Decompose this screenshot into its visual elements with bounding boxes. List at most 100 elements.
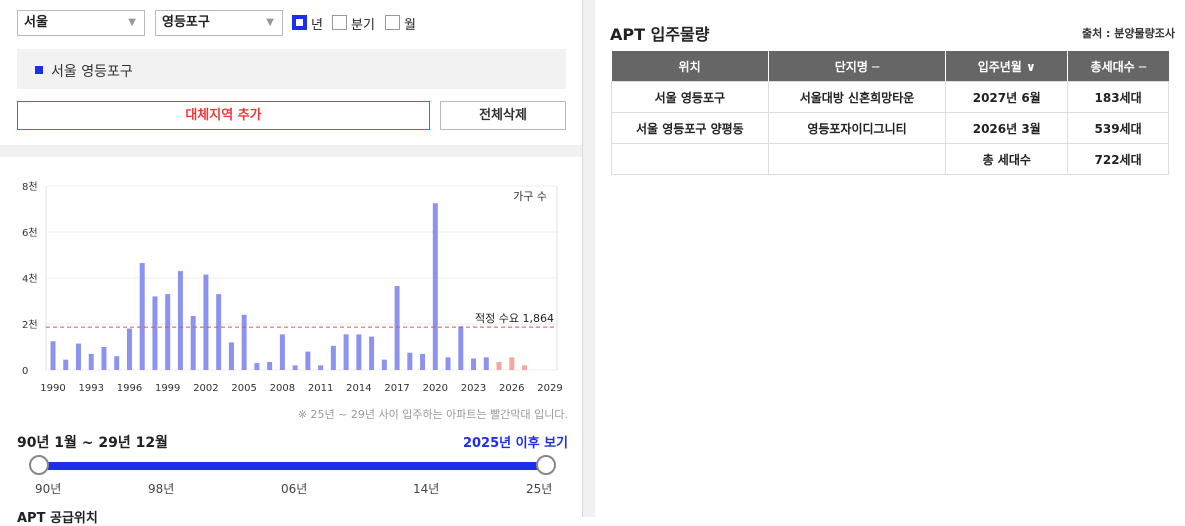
city-select[interactable]: 서울 ▼ [17, 10, 145, 36]
bar [292, 365, 298, 370]
range-slider-start-handle[interactable] [29, 455, 49, 475]
district-select-value: 영등포구 [162, 15, 210, 30]
cell-total-units: 722세대 [1067, 143, 1169, 175]
table-row: 서울 영등포구 서울대방 신혼희망타운 2027년 6월 183세대 [611, 81, 1169, 113]
bar [496, 361, 502, 370]
right-panel: APT 입주물량 출처 : 분양물량조사 위치 단지명 ─ 입주년월 ∨ 총세대… [595, 0, 1185, 517]
bar [216, 294, 222, 370]
bar [88, 353, 94, 370]
bar [267, 361, 273, 370]
cell-total-label: 총 세대수 [945, 143, 1069, 175]
district-select[interactable]: 영등포구 ▼ [155, 10, 283, 36]
legend-square-icon [35, 66, 43, 74]
cell-units: 539세대 [1067, 112, 1169, 144]
table-row: 서울 영등포구 양평동 영등포자이디그니티 2026년 3월 539세대 [611, 112, 1169, 144]
cell-location [611, 143, 769, 175]
bar [318, 365, 324, 370]
bar [356, 334, 362, 370]
bar [228, 342, 234, 370]
selected-region-box: 서울 영등포구 [17, 49, 566, 89]
supply-title: APT 입주물량 [610, 25, 710, 44]
bar [63, 359, 69, 370]
x-tick-label: 2017 [384, 383, 409, 394]
cell-complex [767, 143, 947, 175]
add-region-button[interactable]: 대체지역 추가 [17, 101, 430, 130]
x-tick-label: 2023 [461, 383, 486, 394]
bar [394, 286, 400, 370]
source-label: 출처 : 분양물량조사 [1081, 27, 1175, 40]
range-label: 90년 1월 ~ 29년 12월 [17, 435, 168, 451]
cell-complex: 서울대방 신혼희망타운 [767, 81, 947, 113]
bar [114, 356, 120, 370]
bar [126, 328, 132, 370]
supply-table: 위치 단지명 ─ 입주년월 ∨ 총세대수 ─ 서울 영등포구 서울대방 신혼희망… [611, 51, 1169, 175]
column-total-units[interactable]: 총세대수 ─ [1067, 51, 1169, 82]
x-tick-label: 1996 [117, 383, 142, 394]
after-2025-link[interactable]: 2025년 이후 보기 [463, 432, 568, 451]
cell-date: 2027년 6월 [945, 81, 1069, 113]
y-tick-label: 4천 [22, 273, 38, 285]
checkbox-quarter-label: 분기 [351, 18, 375, 33]
column-complex[interactable]: 단지명 ─ [768, 51, 947, 82]
bar [75, 343, 81, 370]
delete-all-button[interactable]: 전체삭제 [440, 101, 566, 130]
reference-label: 적정 수요 1,864 [475, 312, 554, 325]
range-slider-end-handle[interactable] [536, 455, 556, 475]
x-tick-label: 1999 [155, 383, 180, 394]
bar [483, 357, 489, 370]
slider-tick: 25년 [526, 482, 553, 496]
supply-bar-chart: 8천 6천 4천 2천 0 1990 1993 1996 1999 2002 2005 2008 201… [22, 181, 563, 394]
bar [509, 357, 515, 370]
bar [432, 203, 438, 370]
city-select-value: 서울 [24, 15, 48, 30]
slider-tick: 98년 [148, 482, 175, 496]
section-divider [0, 145, 582, 157]
bar [241, 314, 247, 370]
bar [522, 365, 528, 370]
bar [165, 294, 171, 370]
x-tick-label: 1990 [40, 383, 65, 394]
bar [139, 263, 145, 370]
bar [458, 326, 464, 370]
bar [343, 334, 349, 370]
checkbox-year[interactable] [292, 15, 307, 30]
bar [50, 341, 56, 370]
bar [381, 359, 387, 370]
chart-legend: 가구 수 [513, 190, 547, 203]
cell-units: 183세대 [1067, 81, 1169, 113]
range-slider-track[interactable] [39, 462, 546, 470]
cell-location: 서울 영등포구 [611, 81, 769, 113]
x-tick-label: 2002 [193, 383, 218, 394]
bar [152, 296, 158, 370]
table-total-row: 총 세대수 722세대 [611, 143, 1169, 175]
left-panel: 서울 ▼ 영등포구 ▼ 년 분기 월 서울 영등포구 대체지역 추가 전체삭제 … [0, 0, 583, 526]
bar [177, 271, 183, 370]
x-tick-label: 2008 [270, 383, 295, 394]
bar [254, 363, 260, 370]
column-move-in-date[interactable]: 입주년월 ∨ [945, 51, 1069, 82]
chart-note: ※ 25년 ~ 29년 사이 입주하는 아파트는 빨간막대 입니다. [297, 408, 568, 421]
bar [279, 334, 285, 370]
y-tick-label: 0 [22, 366, 28, 377]
bar [407, 352, 413, 370]
checkbox-month-label: 월 [404, 18, 416, 33]
x-tick-label: 1993 [79, 383, 104, 394]
chevron-down-icon: ▼ [266, 17, 274, 28]
y-tick-label: 6천 [22, 227, 38, 239]
bar [190, 315, 196, 370]
cell-location: 서울 영등포구 양평동 [611, 112, 769, 144]
bar [369, 336, 375, 370]
bar [420, 353, 426, 370]
bar [330, 345, 336, 370]
bar [471, 358, 477, 370]
chevron-down-icon: ▼ [128, 17, 136, 28]
bar [101, 347, 107, 370]
column-location[interactable]: 위치 [611, 51, 769, 82]
x-tick-label: 2029 [537, 383, 562, 394]
selected-region-label: 서울 영등포구 [51, 64, 133, 80]
checkbox-month[interactable] [385, 15, 400, 30]
bar [203, 274, 209, 370]
slider-tick: 14년 [413, 482, 440, 496]
checkbox-quarter[interactable] [332, 15, 347, 30]
bar [445, 357, 451, 370]
